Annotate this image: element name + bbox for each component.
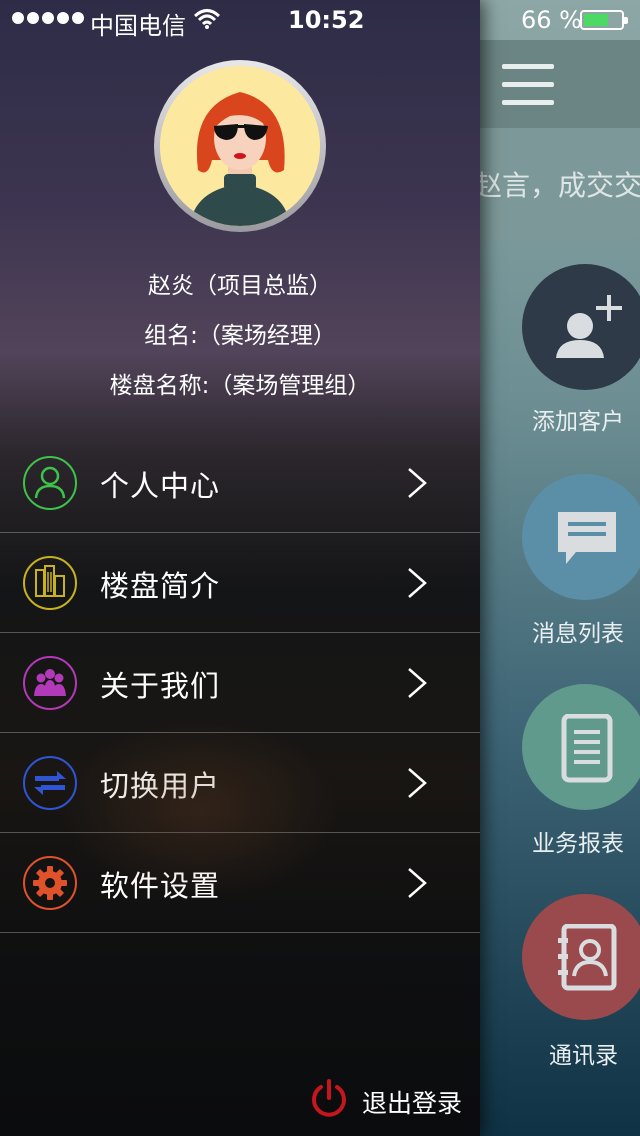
profile-group: 组名:（案场经理） — [144, 323, 336, 349]
buildings-icon — [23, 556, 77, 610]
chevron-right-icon — [408, 568, 427, 598]
menu-item-about-us[interactable]: 关于我们 — [0, 633, 480, 733]
tile-label-contacts: 通讯录 — [549, 1043, 618, 1069]
menu-item-property-intro[interactable]: 楼盘简介 — [0, 533, 480, 633]
chevron-right-icon — [408, 768, 427, 798]
tile-label-business-report: 业务报表 — [532, 831, 624, 857]
status-bar: 中国电信 10:52 66 % — [0, 0, 640, 40]
gear-icon — [23, 856, 77, 910]
menu-toggle-icon[interactable] — [502, 64, 554, 106]
avatar-illustration — [160, 66, 320, 226]
logout-button[interactable]: 退出登录 — [308, 1078, 468, 1122]
switch-arrows-icon — [23, 756, 77, 810]
team-icon — [23, 656, 77, 710]
avatar[interactable] — [154, 60, 326, 232]
person-icon — [23, 456, 77, 510]
contacts-button[interactable] — [522, 894, 640, 1020]
contacts-icon — [558, 924, 617, 991]
tile-label-add-customer: 添加客户 — [532, 409, 624, 435]
menu-item-switch-user[interactable]: 切换用户 — [0, 733, 480, 833]
carrier-name: 中国电信 — [90, 12, 186, 40]
logout-label: 退出登录 — [362, 1089, 463, 1118]
clock: 10:52 — [288, 6, 365, 34]
battery-fill — [584, 14, 608, 26]
battery-icon — [580, 10, 628, 30]
message-icon — [558, 512, 616, 564]
profile-project: 楼盘名称:（案场管理组） — [109, 373, 371, 399]
menu-label: 楼盘简介 — [100, 569, 221, 603]
side-drawer: 赵炎（项目总监） 组名:（案场经理） 楼盘名称:（案场管理组） 个人中心 楼盘简… — [0, 0, 480, 1136]
business-report-button[interactable] — [522, 684, 640, 810]
signal-strength-icon — [12, 12, 87, 40]
menu-label: 切换用户 — [100, 769, 221, 803]
add-user-icon — [556, 295, 622, 358]
message-list-button[interactable] — [522, 474, 640, 600]
ticker-text: 赵言，成交交 — [474, 169, 640, 202]
menu-label: 关于我们 — [100, 669, 221, 703]
power-icon — [312, 1079, 346, 1117]
report-icon — [561, 714, 613, 783]
chevron-right-icon — [408, 468, 427, 498]
wifi-icon — [194, 9, 220, 29]
battery-percent: 66 % — [521, 6, 582, 34]
chevron-right-icon — [408, 668, 427, 698]
add-customer-button[interactable] — [522, 264, 640, 390]
menu-label: 软件设置 — [100, 869, 221, 903]
chevron-right-icon — [408, 868, 427, 898]
tile-label-message-list: 消息列表 — [532, 621, 624, 647]
menu-label: 个人中心 — [100, 469, 221, 503]
profile-name-role: 赵炎（项目总监） — [148, 273, 332, 299]
menu-item-personal-center[interactable]: 个人中心 — [0, 433, 480, 533]
menu-item-settings[interactable]: 软件设置 — [0, 833, 480, 933]
